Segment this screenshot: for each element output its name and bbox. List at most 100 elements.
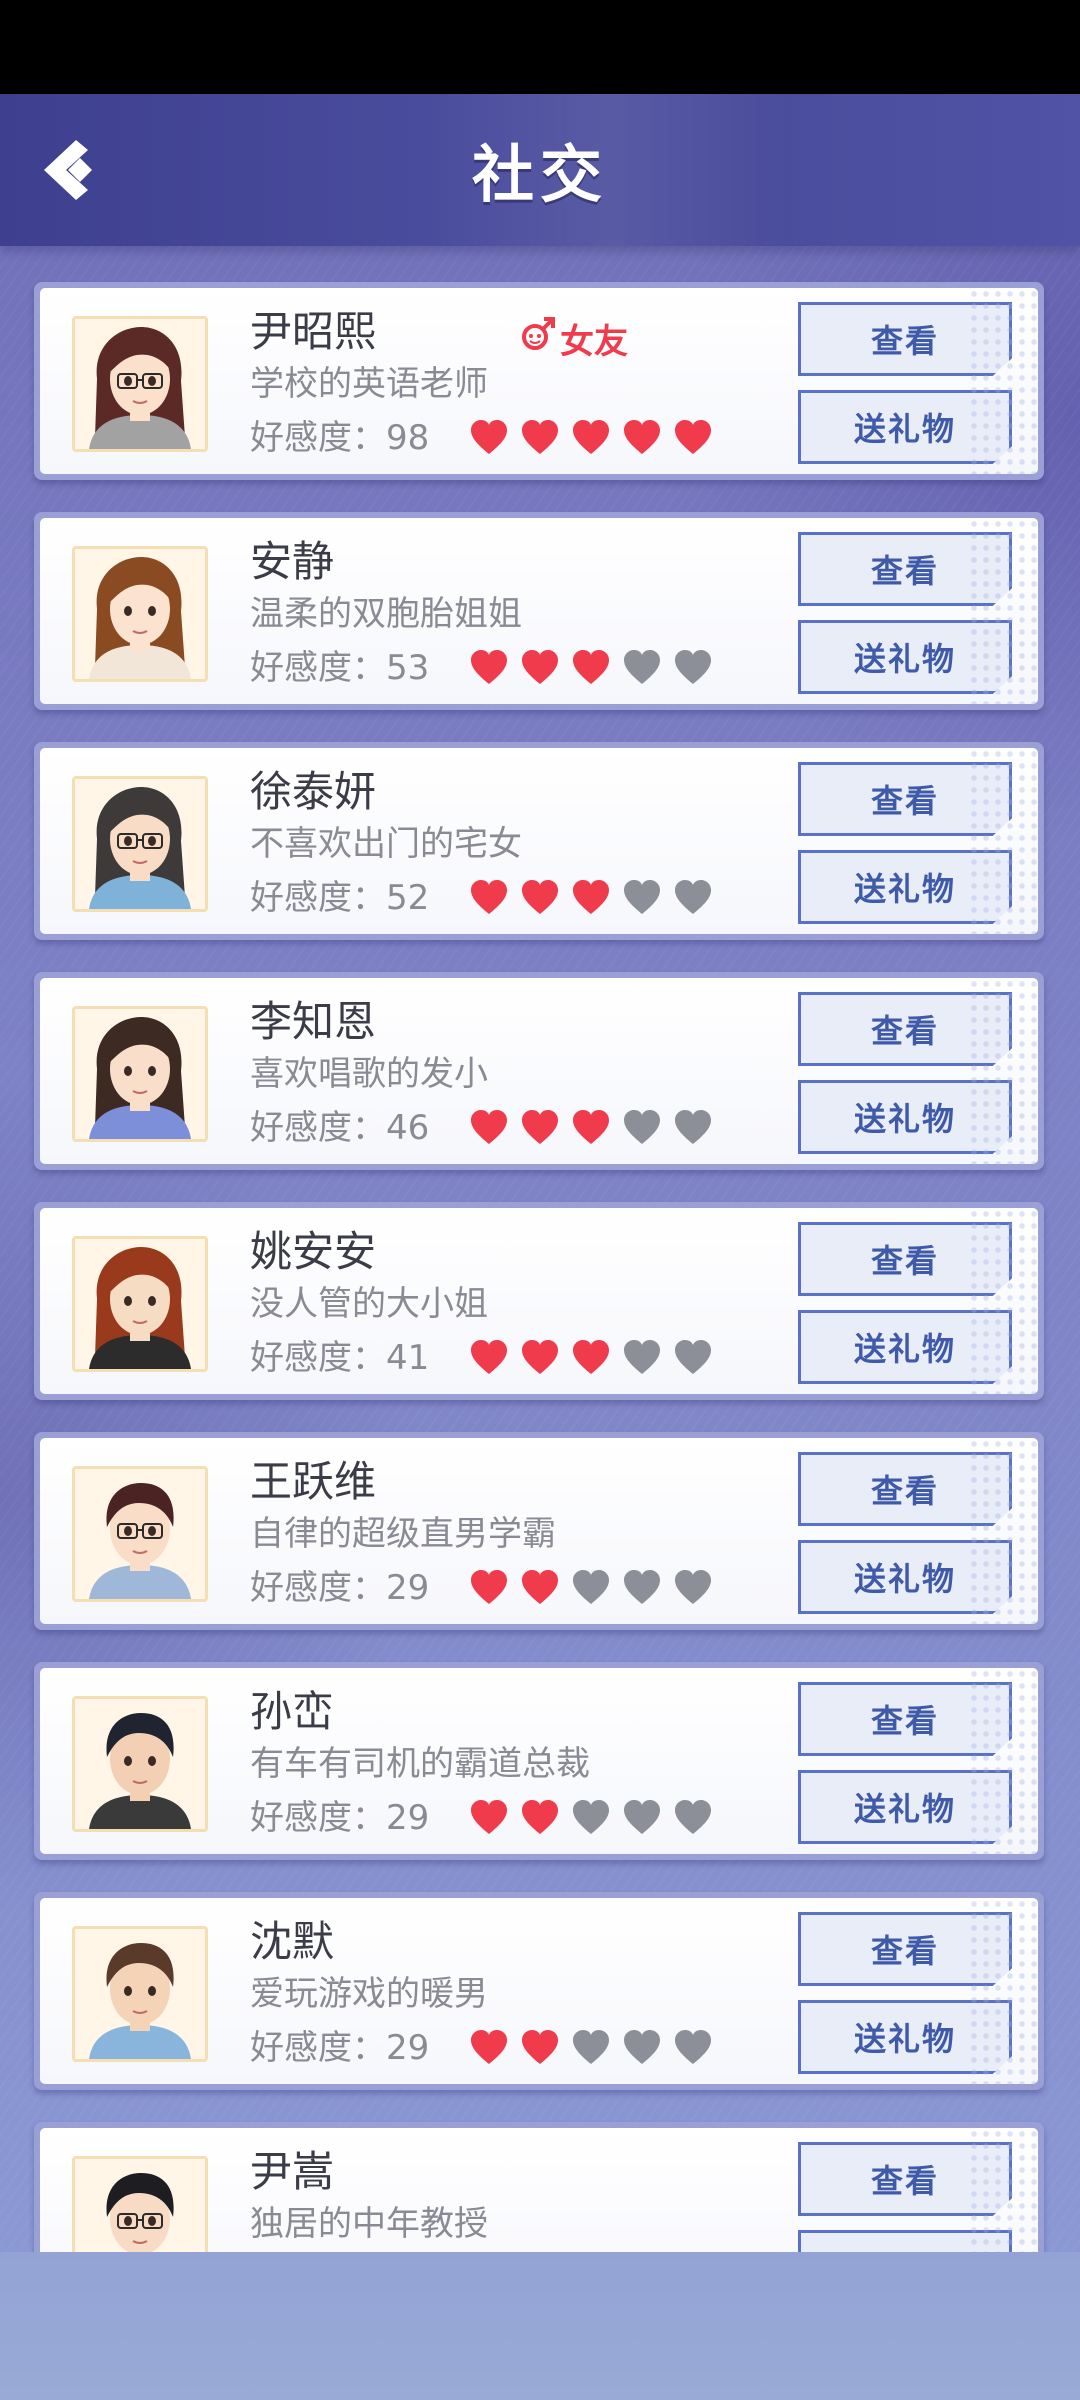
- heart-filled-icon: [572, 420, 610, 456]
- affection-hearts: [470, 1800, 712, 1838]
- character-name: 徐泰妍: [250, 767, 377, 816]
- heart-filled-icon: [470, 1340, 508, 1376]
- view-button[interactable]: 查看: [798, 1912, 1012, 1986]
- heart-filled-icon: [521, 650, 559, 686]
- character-description: 独居的中年教授: [250, 2204, 488, 2244]
- heart-empty-icon: [674, 2030, 712, 2066]
- status-bar: [0, 0, 1080, 94]
- heart-filled-icon: [521, 1800, 559, 1836]
- view-button[interactable]: 查看: [798, 302, 1012, 376]
- character-card: 王跃维自律的超级直男学霸 好感度：29 查看送礼物: [34, 1432, 1044, 1630]
- affection-value: 好感度：29: [250, 1568, 430, 1608]
- heart-filled-icon: [470, 650, 508, 686]
- heart-empty-icon: [623, 2030, 661, 2066]
- send-gift-button[interactable]: 送礼物: [798, 390, 1012, 464]
- heart-empty-icon: [674, 880, 712, 916]
- character-card: 沈默 爱玩游戏的暖男 好感度：29 查看 送礼物: [34, 1892, 1044, 2090]
- bottom-area: [0, 2252, 1080, 2400]
- character-description: 有车有司机的霸道总裁: [250, 1744, 590, 1784]
- heart-filled-icon: [521, 420, 559, 456]
- affection-value: 好感度：29: [250, 1798, 430, 1838]
- send-gift-button[interactable]: 送礼物: [798, 1080, 1012, 1154]
- character-name: 姚安安: [250, 1227, 377, 1276]
- character-description: 温柔的双胞胎姐姐: [250, 594, 522, 634]
- character-name: 沈默: [250, 1917, 335, 1966]
- character-card-body: 沈默 爱玩游戏的暖男 好感度：29 查看 送礼物: [40, 1898, 1038, 2084]
- heart-filled-icon: [521, 1570, 559, 1606]
- avatar: [72, 1926, 208, 2062]
- character-name: 尹昭熙: [250, 307, 377, 356]
- character-name: 李知恩: [250, 997, 377, 1046]
- avatar: [72, 316, 208, 452]
- heart-filled-icon: [572, 1110, 610, 1146]
- character-card: 尹昭熙 女友 学校的英语老师 好感度：98 查看 送礼物: [34, 282, 1044, 480]
- view-button[interactable]: 查看: [798, 532, 1012, 606]
- heart-empty-icon: [623, 1110, 661, 1146]
- character-card: 姚安安没人管的大小姐 好感度：41 查看送礼物: [34, 1202, 1044, 1400]
- avatar: [72, 546, 208, 682]
- view-button[interactable]: 查看: [798, 1222, 1012, 1296]
- heart-empty-icon: [623, 650, 661, 686]
- send-gift-button[interactable]: 送礼物: [798, 1310, 1012, 1384]
- heart-empty-icon: [572, 1800, 610, 1836]
- avatar: [72, 1466, 208, 1602]
- character-card-body: 李知恩喜欢唱歌的发小 好感度：46 查看送礼物: [40, 978, 1038, 1164]
- character-description: 喜欢唱歌的发小: [250, 1054, 488, 1094]
- heart-empty-icon: [623, 880, 661, 916]
- send-gift-button[interactable]: 送礼物: [798, 620, 1012, 694]
- heart-filled-icon: [470, 880, 508, 916]
- heart-filled-icon: [470, 1800, 508, 1836]
- heart-filled-icon: [470, 1110, 508, 1146]
- heart-filled-icon: [572, 880, 610, 916]
- character-description: 没人管的大小姐: [250, 1284, 488, 1324]
- view-button[interactable]: 查看: [798, 992, 1012, 1066]
- heart-filled-icon: [623, 420, 661, 456]
- character-card-body: 尹嵩独居的中年教授 查看送礼物: [40, 2128, 1038, 2252]
- send-gift-button[interactable]: 送礼物: [798, 850, 1012, 924]
- view-button[interactable]: 查看: [798, 2142, 1012, 2216]
- affection-value: 好感度：98: [250, 418, 430, 458]
- character-description: 自律的超级直男学霸: [250, 1514, 556, 1554]
- heart-filled-icon: [521, 880, 559, 916]
- heart-filled-icon: [521, 1340, 559, 1376]
- affection-value: 好感度：46: [250, 1108, 430, 1148]
- send-gift-button[interactable]: 送礼物: [798, 2230, 1012, 2252]
- character-description: 不喜欢出门的宅女: [250, 824, 522, 864]
- heart-filled-icon: [521, 1110, 559, 1146]
- heart-empty-icon: [674, 1800, 712, 1836]
- character-card-body: 尹昭熙 女友 学校的英语老师 好感度：98 查看 送礼物: [40, 288, 1038, 474]
- character-name: 王跃维: [250, 1457, 377, 1506]
- avatar: [72, 2156, 208, 2252]
- character-name: 孙峦: [250, 1687, 335, 1736]
- affection-value: 好感度：52: [250, 878, 430, 918]
- affection-hearts: [470, 2030, 712, 2068]
- heart-filled-icon: [470, 1570, 508, 1606]
- page-title: 社交: [471, 138, 608, 211]
- character-card: 李知恩喜欢唱歌的发小 好感度：46 查看送礼物: [34, 972, 1044, 1170]
- view-button[interactable]: 查看: [798, 1452, 1012, 1526]
- character-card: 安静温柔的双胞胎姐姐 好感度：53 查看送礼物: [34, 512, 1044, 710]
- character-card-body: 安静温柔的双胞胎姐姐 好感度：53 查看送礼物: [40, 518, 1038, 704]
- avatar: [72, 776, 208, 912]
- view-button[interactable]: 查看: [798, 762, 1012, 836]
- affection-hearts: [470, 1570, 712, 1608]
- affection-value: 好感度：41: [250, 1338, 430, 1378]
- character-name: 安静: [250, 537, 335, 586]
- heart-empty-icon: [674, 1340, 712, 1376]
- send-gift-button[interactable]: 送礼物: [798, 2000, 1012, 2074]
- character-card: 孙峦有车有司机的霸道总裁 好感度：29 查看送礼物: [34, 1662, 1044, 1860]
- character-card-body: 姚安安没人管的大小姐 好感度：41 查看送礼物: [40, 1208, 1038, 1394]
- header-bar: 社交: [0, 94, 1080, 246]
- girlfriend-label: 女友: [560, 322, 628, 362]
- affection-value: 好感度：53: [250, 648, 430, 688]
- send-gift-button[interactable]: 送礼物: [798, 1770, 1012, 1844]
- social-screen: 社交 尹昭熙 女友 学校的英语老师 好感度：98 查看 送礼物 安静 温柔的双胞胎姐姐 好感度：…: [0, 94, 1080, 2252]
- view-button[interactable]: 查看: [798, 1682, 1012, 1756]
- send-gift-button[interactable]: 送礼物: [798, 1540, 1012, 1614]
- heart-filled-icon: [521, 2030, 559, 2066]
- character-card: 尹嵩独居的中年教授 查看送礼物: [34, 2122, 1044, 2252]
- character-card-body: 孙峦有车有司机的霸道总裁 好感度：29 查看送礼物: [40, 1668, 1038, 1854]
- gender-couple-icon: [518, 314, 558, 363]
- character-name: 尹嵩: [250, 2147, 335, 2196]
- character-card-body: 王跃维自律的超级直男学霸 好感度：29 查看送礼物: [40, 1438, 1038, 1624]
